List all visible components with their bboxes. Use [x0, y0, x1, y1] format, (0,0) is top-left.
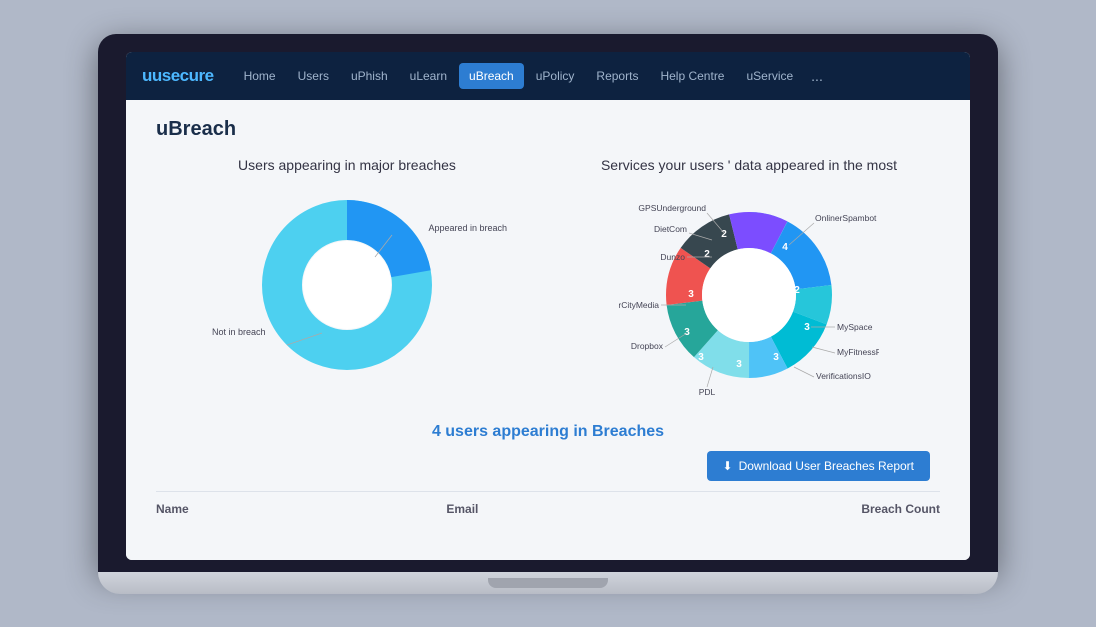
download-btn[interactable]: ⬇ Download User Breaches Report	[707, 451, 930, 481]
svg-text:3: 3	[736, 359, 742, 370]
svg-text:Dropbox: Dropbox	[631, 341, 664, 351]
svg-text:VerificationsIO: VerificationsIO	[816, 371, 871, 381]
bottom-section: 4 users appearing in Breaches ⬇ Download…	[156, 423, 940, 516]
col-name: Name	[156, 502, 446, 516]
nav-reports[interactable]: Reports	[586, 63, 648, 89]
left-chart-section: Users appearing in major breaches	[156, 157, 538, 405]
screen: uusecure Home Users uPhish uLearn uBreac…	[126, 52, 970, 560]
svg-text:DietCom: DietCom	[654, 224, 687, 234]
svg-text:3: 3	[804, 322, 810, 333]
navigation: uusecure Home Users uPhish uLearn uBreac…	[126, 52, 970, 100]
charts-row: Users appearing in major breaches	[156, 157, 940, 405]
svg-text:GPSUnderground: GPSUnderground	[638, 203, 706, 213]
nav-users[interactable]: Users	[288, 63, 339, 89]
right-donut-container: 2 4 2 3 3 3	[619, 185, 879, 405]
svg-text:3: 3	[773, 352, 779, 363]
nav-upolicy[interactable]: uPolicy	[526, 63, 585, 89]
laptop-base	[98, 572, 998, 594]
svg-text:MyFitnessPal: MyFitnessPal	[837, 347, 879, 357]
main-content: uBreach Users appearing in major breache…	[126, 100, 970, 560]
nav-more[interactable]: ...	[805, 68, 829, 84]
nav-items: Home Users uPhish uLearn uBreach uPolicy…	[234, 63, 954, 89]
svg-text:PDL: PDL	[699, 387, 716, 397]
logo[interactable]: uusecure	[142, 66, 214, 86]
table-header: Name Email Breach Count	[156, 491, 940, 516]
svg-text:MySpace: MySpace	[837, 322, 873, 332]
col-breach-count: Breach Count	[737, 502, 940, 516]
left-donut-container: 4 14 Appeared in breach Not in breach	[247, 185, 447, 385]
btn-area: ⬇ Download User Breaches Report	[156, 451, 940, 481]
svg-text:3: 3	[684, 327, 690, 338]
svg-text:3: 3	[688, 289, 694, 300]
nav-uservice[interactable]: uService	[736, 63, 803, 89]
col-email: Email	[446, 502, 736, 516]
download-btn-label: Download User Breaches Report	[739, 459, 914, 473]
download-icon: ⬇	[723, 459, 733, 473]
nav-home[interactable]: Home	[234, 63, 286, 89]
screen-bezel: uusecure Home Users uPhish uLearn uBreac…	[98, 34, 998, 572]
svg-text:OnlinerSpambot: OnlinerSpambot	[815, 213, 877, 223]
svg-text:Dunzo: Dunzo	[660, 252, 685, 262]
laptop-notch	[488, 578, 608, 588]
right-chart-section: Services your users ' data appeared in t…	[558, 157, 940, 405]
right-chart-title: Services your users ' data appeared in t…	[601, 157, 897, 173]
left-connector-svg	[247, 185, 447, 385]
nav-ubreach[interactable]: uBreach	[459, 63, 524, 89]
nav-helpcentre[interactable]: Help Centre	[650, 63, 734, 89]
left-chart-title: Users appearing in major breaches	[238, 157, 456, 173]
nav-uphish[interactable]: uPhish	[341, 63, 398, 89]
svg-text:2: 2	[794, 285, 800, 296]
nav-ulearn[interactable]: uLearn	[400, 63, 457, 89]
right-donut-svg: 2 4 2 3 3 3	[619, 185, 879, 405]
svg-text:4: 4	[782, 242, 788, 253]
breach-count-text: 4 users appearing in Breaches	[432, 423, 664, 441]
svg-text:RiverCityMedia: RiverCityMedia	[619, 300, 659, 310]
page-title: uBreach	[156, 118, 940, 141]
svg-text:3: 3	[698, 352, 704, 363]
laptop-container: uusecure Home Users uPhish uLearn uBreac…	[98, 34, 998, 594]
svg-text:2: 2	[704, 249, 710, 260]
